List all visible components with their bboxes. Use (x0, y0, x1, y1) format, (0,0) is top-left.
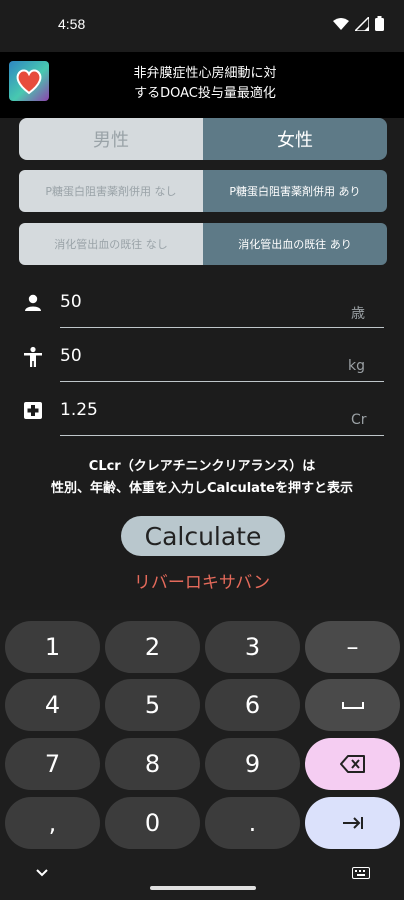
wifi-icon (333, 17, 349, 30)
calculate-button[interactable]: Calculate (121, 516, 285, 556)
backspace-icon (339, 755, 365, 773)
age-unit: 歳 (351, 306, 365, 322)
app-title-line1: 非弁膜症性心房細動に対 (133, 66, 277, 81)
key-3[interactable]: 3 (205, 621, 300, 673)
app-title-line2: するDOAC投与量最適化 (134, 86, 276, 101)
key-1[interactable]: 1 (5, 621, 100, 673)
keyboard-switch-icon[interactable] (352, 867, 370, 879)
age-input[interactable]: 50 (60, 292, 82, 312)
battery-icon (375, 16, 384, 31)
pgp-inhibitor-yes-button[interactable]: P糖蛋白阻害薬剤併用 あり (203, 170, 387, 212)
key-space[interactable] (305, 679, 400, 731)
gi-bleeding-yes-button[interactable]: 消化管出血の既往 あり (203, 223, 387, 265)
person-icon (25, 294, 41, 311)
signal-icon (355, 16, 369, 31)
key-2[interactable]: 2 (105, 621, 200, 673)
app-title: 非弁膜症性心房細動に対 するDOAC投与量最適化 (120, 64, 290, 104)
key-0[interactable]: 0 (105, 797, 200, 849)
gender-male-button[interactable]: 男性 (19, 118, 203, 160)
standing-person-icon (24, 346, 42, 367)
weight-underline (60, 381, 384, 382)
app-logo-icon (9, 61, 49, 101)
tab-icon (342, 817, 363, 829)
creatinine-underline (60, 435, 384, 436)
age-underline (60, 327, 384, 328)
key-period[interactable]: . (205, 797, 300, 849)
clcr-explanation-line1: CLcr（クレアチニンクリアランス）は (88, 459, 316, 474)
key-7[interactable]: 7 (5, 738, 100, 790)
home-indicator[interactable] (150, 886, 256, 890)
status-icons (333, 16, 384, 31)
key-minus[interactable]: – (305, 621, 400, 673)
status-time: 4:58 (58, 16, 86, 32)
keyboard-hide-icon[interactable] (36, 869, 48, 877)
weight-unit: kg (348, 358, 365, 374)
clcr-explanation: CLcr（クレアチニンクリアランス）は 性別、年齢、体重を入力しCalculat… (0, 456, 404, 500)
medical-cross-icon (24, 402, 42, 419)
key-5[interactable]: 5 (105, 679, 200, 731)
key-8[interactable]: 8 (105, 738, 200, 790)
space-icon (341, 702, 364, 709)
clcr-explanation-line2: 性別、年齢、体重を入力しCalculateを押すと表示 (51, 481, 353, 496)
drug-name: リバーロキサバン (133, 573, 271, 593)
creatinine-input[interactable]: 1.25 (60, 400, 98, 420)
gender-female-button[interactable]: 女性 (203, 118, 387, 160)
creatinine-unit: Cr (351, 412, 367, 428)
pgp-inhibitor-no-button[interactable]: P糖蛋白阻害薬剤併用 なし (19, 170, 203, 212)
gi-bleeding-no-button[interactable]: 消化管出血の既往 なし (19, 223, 203, 265)
key-9[interactable]: 9 (205, 738, 300, 790)
key-comma[interactable]: , (5, 797, 100, 849)
key-4[interactable]: 4 (5, 679, 100, 731)
key-backspace[interactable] (305, 738, 400, 790)
key-6[interactable]: 6 (205, 679, 300, 731)
weight-input[interactable]: 50 (60, 346, 82, 366)
key-tab[interactable] (305, 797, 400, 849)
